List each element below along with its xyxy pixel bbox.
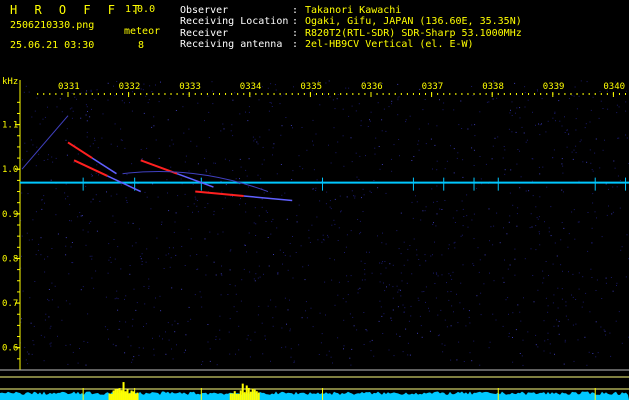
app-version: 1.0.0 xyxy=(125,4,156,15)
antenna-value: 2el-HB9CV Vertical (el. E-W) xyxy=(305,39,474,50)
x-tick-label: 0340 xyxy=(603,82,625,92)
power-peak xyxy=(229,393,232,400)
power-peak xyxy=(237,393,240,400)
x-tick-label: 0333 xyxy=(179,82,201,92)
receiver-value: R820T2(RTL-SDR) SDR-Sharp 53.1000MHz xyxy=(305,28,522,39)
observer-label: Observer xyxy=(180,5,229,16)
meteor-trace-head xyxy=(73,159,108,177)
y-tick-label: 0.8 xyxy=(2,254,18,264)
power-peak xyxy=(245,385,248,400)
meteor-trace-head xyxy=(67,141,93,159)
power-peak xyxy=(241,383,244,400)
meteor-trace-tail xyxy=(243,195,293,202)
power-peak xyxy=(257,392,260,400)
x-tick-label: 0334 xyxy=(240,82,262,92)
count-label: meteor xyxy=(124,26,161,37)
colon: : xyxy=(292,5,299,16)
power-peak xyxy=(116,389,119,400)
receiver-label: Receiver xyxy=(180,28,229,39)
power-peak xyxy=(247,387,250,400)
location-value: Ogaki, Gifu, JAPAN (136.60E, 35.35N) xyxy=(305,16,522,27)
meteor-faint-echo xyxy=(122,170,269,193)
power-peak xyxy=(128,393,131,400)
x-tick-label: 0339 xyxy=(543,82,565,92)
antenna-label: Receiving antenna xyxy=(180,39,283,50)
x-tick-label: 0332 xyxy=(119,82,141,92)
timestamp: 25.06.21 03:30 xyxy=(10,40,95,51)
y-tick-label: 0.6 xyxy=(2,344,18,354)
location-label: Receiving Location xyxy=(180,16,289,27)
file-name: 2506210330.png xyxy=(10,20,95,31)
spectrogram-chart: kHz 1.1 1.0 0.9 0.8 0.7 0.6 0331 0332 0333 0334 033… xyxy=(0,77,629,400)
power-peak xyxy=(110,393,113,400)
power-peak xyxy=(239,390,242,400)
power-peak xyxy=(108,393,111,400)
power-trace xyxy=(0,391,629,400)
power-peak xyxy=(122,382,125,400)
power-peak xyxy=(255,391,258,400)
y-tick-label: 1.0 xyxy=(2,165,18,175)
x-tick-label: 0337 xyxy=(422,82,444,92)
power-peak xyxy=(126,389,129,400)
power-peak xyxy=(114,388,117,400)
power-peak xyxy=(243,392,246,400)
colon: : xyxy=(292,39,299,50)
power-peak xyxy=(124,391,127,400)
colon: : xyxy=(292,16,299,27)
count-value: 8 xyxy=(138,40,145,51)
power-peak xyxy=(253,389,256,400)
x-tick-label: 0335 xyxy=(300,82,322,92)
meteor-trace-tail xyxy=(107,175,142,193)
meteor-trace-head xyxy=(195,190,244,197)
power-peak xyxy=(112,390,115,400)
power-peak xyxy=(130,390,133,400)
meteor-faint-echo xyxy=(21,115,69,170)
x-tick-label: 0338 xyxy=(482,82,504,92)
noise-floor xyxy=(20,80,629,366)
power-peak xyxy=(136,392,139,400)
power-peak xyxy=(118,388,121,400)
x-tick-label: 0331 xyxy=(58,82,80,92)
power-peak xyxy=(120,390,123,400)
power-peak xyxy=(249,391,252,400)
colon: : xyxy=(292,28,299,39)
power-peak xyxy=(231,393,234,400)
y-tick-label: 0.9 xyxy=(2,210,18,220)
power-peak xyxy=(235,394,238,400)
hrofft-screen: kHz 1.1 1.0 0.9 0.8 0.7 0.6 0331 0332 0333 0334 033… xyxy=(0,0,629,400)
y-axis-unit: kHz xyxy=(2,77,18,87)
x-tick-label: 0336 xyxy=(361,82,383,92)
y-tick-label: 1.1 xyxy=(2,121,18,131)
power-peak xyxy=(233,391,236,400)
power-peak xyxy=(251,388,254,400)
observer-value: Takanori Kawachi xyxy=(305,5,402,16)
y-tick-label: 0.7 xyxy=(2,299,18,309)
